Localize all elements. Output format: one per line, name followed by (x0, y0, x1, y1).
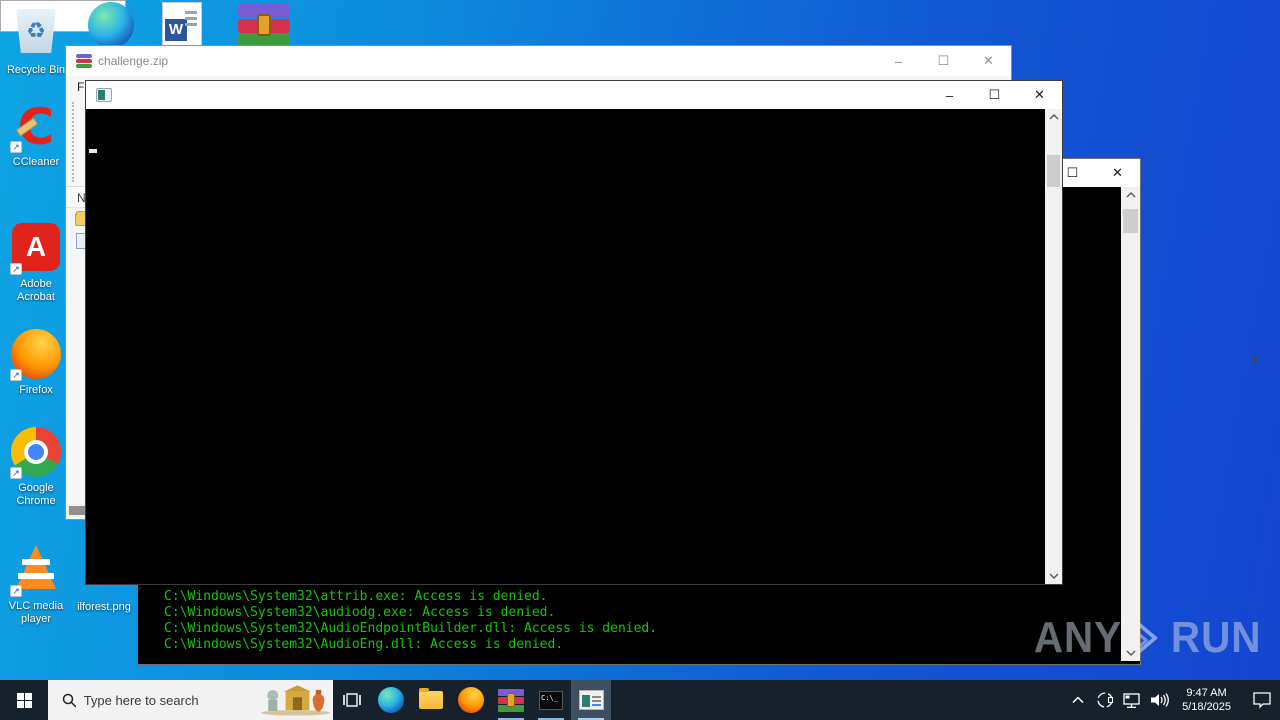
taskbar-search[interactable] (48, 680, 333, 720)
ccleaner-icon: C ↗ (10, 101, 62, 153)
edge-icon (88, 2, 134, 48)
vertical-scrollbar[interactable] (1121, 187, 1140, 661)
close-button[interactable]: ✕ (1095, 159, 1140, 187)
taskbar-clock[interactable]: 9:47 AM 5/18/2025 (1176, 686, 1237, 714)
task-view-button[interactable] (333, 680, 371, 720)
start-button[interactable] (0, 680, 48, 720)
desktop-icon-google-chrome[interactable]: ↗ Google Chrome (0, 426, 72, 508)
desktop: ♻ Recycle Bin C ↗ CCleaner A ↗ Adobe Acr… (0, 0, 1280, 720)
desktop-icon-label: Adobe Acrobat (17, 278, 55, 303)
task-view-icon (343, 693, 361, 707)
close-button[interactable]: ✕ (1236, 0, 1276, 720)
close-button[interactable]: ✕ (1017, 81, 1062, 109)
notification-icon (1253, 692, 1271, 709)
speaker-icon (1151, 693, 1169, 707)
desktop-icon-adobe-acrobat[interactable]: A ↗ Adobe Acrobat (0, 221, 72, 304)
desktop-icon-label: Google Chrome (16, 482, 56, 507)
shortcut-arrow-icon: ↗ (10, 467, 22, 479)
winrar-icon (238, 2, 290, 48)
console-output-line: C:\Windows\System32\AudioEndpointBuilder… (164, 621, 658, 636)
taskbar-app-console-active[interactable] (571, 680, 611, 720)
scroll-up-icon[interactable] (1121, 187, 1140, 203)
console-properties-icon (578, 690, 604, 710)
console-cursor (89, 149, 97, 153)
search-highlight-art (260, 685, 331, 716)
desktop-icon-label: Recycle Bin (6, 64, 66, 76)
maximize-button[interactable]: ☐ (972, 81, 1017, 109)
desktop-icon-edge[interactable] (88, 2, 134, 48)
chrome-icon: ↗ (10, 427, 62, 479)
clock-time: 9:47 AM (1186, 687, 1227, 699)
console-output-line: C:\Windows\System32\AudioEng.dll: Access… (164, 637, 564, 652)
scroll-down-icon[interactable] (1121, 645, 1140, 661)
desktop-icon-recycle-bin[interactable]: ♻ Recycle Bin (0, 5, 72, 77)
shortcut-arrow-icon: ↗ (10, 585, 22, 597)
action-center-button[interactable] (1252, 690, 1272, 710)
firefox-icon: ↗ (10, 329, 62, 381)
toolbar-gripper (72, 102, 74, 182)
network-tray-icon[interactable] (1122, 690, 1142, 710)
taskbar-app-winrar[interactable] (491, 680, 531, 720)
taskbar: C:\_ (0, 680, 1280, 720)
desktop-icon-label-ilforest[interactable]: ilforest.png (68, 601, 140, 614)
taskbar-app-file-explorer[interactable] (411, 680, 451, 720)
minimize-button[interactable]: – (876, 46, 921, 76)
vertical-scrollbar[interactable] (1045, 109, 1062, 584)
winrar-icon (498, 688, 524, 712)
console-screen[interactable] (86, 109, 1045, 584)
desktop-icon-label: CCleaner (12, 156, 60, 168)
console-output-line: C:\Windows\System32\audiodg.exe: Access … (164, 605, 556, 620)
console-output-line: C:\Windows\System32\attrib.exe: Access i… (164, 589, 548, 604)
taskbar-app-command-prompt[interactable]: C:\_ (531, 680, 571, 720)
scroll-up-icon[interactable] (1045, 109, 1062, 125)
desktop-icon-firefox[interactable]: ↗ Firefox (0, 328, 72, 397)
console-window-icon (96, 88, 112, 102)
search-input[interactable] (83, 692, 260, 708)
shortcut-arrow-icon: ↗ (10, 369, 22, 381)
maximize-button[interactable]: ☐ (921, 46, 966, 76)
shortcut-arrow-icon: ↗ (10, 141, 22, 153)
meet-now-tray-icon[interactable] (1095, 690, 1115, 710)
edge-icon (378, 687, 404, 713)
camera-circle-icon (1097, 692, 1114, 708)
word-document-icon: W (162, 2, 202, 48)
adobe-acrobat-icon: A ↗ (10, 223, 62, 275)
winrar-titlebar-icon (76, 53, 92, 69)
scrollbar-thumb[interactable] (1047, 155, 1060, 187)
desktop-icon-vlc[interactable]: ↗ VLC media player (0, 543, 72, 626)
show-hidden-icons-button[interactable] (1068, 690, 1088, 710)
taskbar-app-firefox[interactable] (451, 680, 491, 720)
desktop-icon-ccleaner[interactable]: C ↗ CCleaner (0, 101, 72, 169)
front-console-titlebar[interactable]: – ☐ ✕ (86, 81, 1062, 109)
desktop-icon-word-document[interactable]: W (162, 2, 202, 48)
ethernet-icon (1123, 693, 1140, 708)
winrar-window-title: challenge.zip (98, 54, 169, 68)
system-tray: 9:47 AM 5/18/2025 (1068, 680, 1280, 720)
firefox-icon (458, 687, 484, 713)
windows-logo-icon (16, 692, 32, 708)
taskbar-app-edge[interactable] (371, 680, 411, 720)
close-button[interactable]: ✕ (966, 46, 1011, 76)
recycle-bin-icon: ♻ (10, 9, 62, 61)
desktop-icon-winrar-archive[interactable] (238, 2, 290, 48)
vlc-icon: ↗ (10, 545, 62, 597)
scroll-down-icon[interactable] (1045, 568, 1062, 584)
file-explorer-icon (419, 688, 443, 709)
clock-date: 5/18/2025 (1182, 701, 1231, 713)
shortcut-arrow-icon: ↗ (10, 263, 22, 275)
command-prompt-icon: C:\_ (539, 690, 563, 710)
desktop-icon-label: Firefox (19, 384, 53, 396)
search-icon (62, 693, 76, 708)
front-console-window: – ☐ ✕ (85, 80, 1063, 585)
desktop-icon-label: VLC media player (8, 600, 64, 625)
chevron-up-icon (1072, 696, 1084, 704)
winrar-titlebar[interactable]: challenge.zip – ☐ ✕ (66, 46, 1011, 76)
volume-tray-icon[interactable] (1149, 690, 1169, 710)
minimize-button[interactable]: – (927, 81, 972, 109)
scrollbar-thumb[interactable] (1123, 209, 1138, 233)
